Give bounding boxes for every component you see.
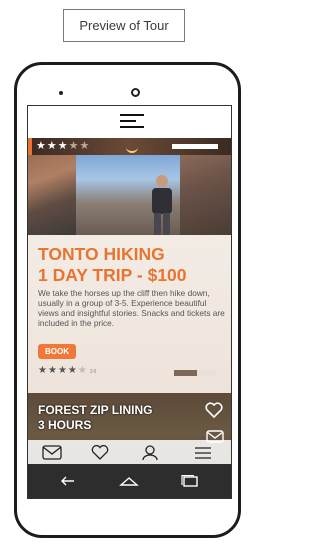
tour-description: We take the horses up the cliff then hik… <box>38 288 225 328</box>
heart-icon[interactable] <box>90 445 110 460</box>
star-empty-icon: ★ <box>79 140 91 152</box>
home-icon[interactable] <box>119 475 139 487</box>
app-top-bar <box>28 106 231 138</box>
tour-progress-fill <box>174 370 198 376</box>
heart-icon[interactable] <box>205 402 223 418</box>
review-count: 36 <box>89 369 98 375</box>
android-system-bar <box>28 464 231 498</box>
accent-marker <box>28 138 32 155</box>
second-tour-title-line1: FOREST ZIP LINING <box>38 403 153 417</box>
mail-icon[interactable] <box>42 445 62 460</box>
star-filled-icon: ★ <box>38 365 48 376</box>
tour-photo-strip[interactable] <box>28 155 231 235</box>
top-rating-strip: ★★★★★ <box>28 138 231 155</box>
tour-title: TONTO HIKING 1 DAY TRIP - $100 <box>38 244 224 286</box>
phone-frame: ★★★★★ TONTO HIKING 1 DAY TRIP - $100 We … <box>14 62 241 538</box>
tour-title-line2: 1 DAY TRIP - $100 <box>38 265 187 285</box>
back-icon[interactable] <box>58 475 78 487</box>
phone-speaker <box>59 91 63 95</box>
photo-canyon-left <box>28 155 76 235</box>
tour-progress-bar <box>174 370 216 376</box>
recent-apps-icon[interactable] <box>180 475 200 487</box>
app-screen: ★★★★★ TONTO HIKING 1 DAY TRIP - $100 We … <box>27 105 232 499</box>
bottom-nav-bar <box>28 440 231 464</box>
top-star-rating: ★★★★★ <box>36 139 90 152</box>
photo-hiker-center <box>76 155 180 235</box>
rating-stars: ★★★★★ <box>38 365 88 376</box>
star-empty-icon: ★ <box>77 365 88 376</box>
menu-icon[interactable] <box>193 445 213 460</box>
second-tour-title-line2: 3 HOURS <box>38 418 92 432</box>
second-tour-title: FOREST ZIP LINING 3 HOURS <box>38 403 208 433</box>
menu-icon[interactable] <box>120 114 144 131</box>
star-empty-icon: ★ <box>68 140 80 152</box>
top-progress-bar <box>172 144 218 149</box>
star-filled-icon: ★ <box>46 140 58 152</box>
star-filled-icon: ★ <box>67 365 78 376</box>
preview-of-tour-button[interactable]: Preview of Tour <box>63 9 185 42</box>
profile-icon[interactable] <box>140 445 160 460</box>
photo-horses-right <box>180 155 231 235</box>
star-filled-icon: ★ <box>47 365 58 376</box>
hiker-figure <box>152 175 172 235</box>
phone-camera <box>131 88 140 97</box>
book-button[interactable]: BOOK <box>38 344 76 359</box>
star-filled-icon: ★ <box>57 365 68 376</box>
star-filled-icon: ★ <box>36 140 47 152</box>
sun-icon <box>126 141 138 153</box>
tour-title-line1: TONTO HIKING <box>38 244 165 264</box>
star-filled-icon: ★ <box>57 140 69 152</box>
tour-star-rating: ★★★★★ 36 <box>38 365 97 376</box>
